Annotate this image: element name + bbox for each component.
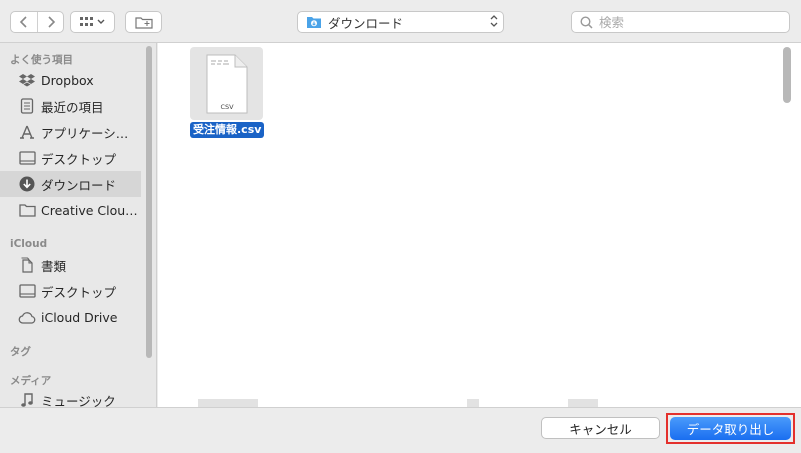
grid-view-icon [80,17,93,26]
sidebar-item-icloud-drive[interactable]: iCloud Drive [0,304,141,330]
sidebar-item-label: iCloud Drive [41,309,118,325]
file-dialog: ダウンロード よく使う項目 Dropbox [0,0,801,453]
cancel-button[interactable]: キャンセル [541,417,660,439]
sidebar-item-dropbox[interactable]: Dropbox [0,67,141,93]
sidebar-item-label: デスクトップ [41,151,117,167]
download-icon [18,175,36,193]
forward-button[interactable] [37,12,63,32]
sidebar-item-recents[interactable]: 最近の項目 [0,93,141,119]
new-folder-icon [134,16,153,29]
export-data-button[interactable]: データ取り出し [670,417,791,440]
dialog-footer: キャンセル データ取り出し [0,407,801,453]
sidebar-item-label: 書類 [41,258,67,274]
search-icon [580,15,593,29]
partial-file-item [568,399,598,407]
sidebar-item-label: ミュージック [41,393,116,408]
tags-header: タグ [10,346,31,358]
file-browser: CSV 受注情報.csv [158,43,801,407]
main-scrollbar[interactable] [783,47,791,103]
documents-icon [18,256,36,274]
search-field[interactable] [571,11,790,33]
file-name-label[interactable]: 受注情報.csv [190,122,265,138]
new-folder-button[interactable] [125,11,162,33]
partial-file-item [467,399,479,407]
toolbar: ダウンロード [0,0,801,43]
media-header: メディア [10,375,52,387]
favorites-header: よく使う項目 [10,54,73,66]
applications-icon [18,123,36,141]
dropbox-icon [18,71,36,89]
folder-icon [18,201,36,219]
chevron-left-icon [19,16,27,28]
sidebar-scrollbar[interactable] [146,46,152,358]
recents-icon [18,97,36,115]
sidebar-item-label: Dropbox [41,72,94,88]
icloud-header: iCloud [10,238,48,250]
sidebar: よく使う項目 Dropbox 最近の項目 アプリケーシ… デスクトップ ダウンロ… [0,43,157,407]
sidebar-item-creative-cloud[interactable]: Creative Clou… [0,197,141,223]
navigation-buttons [10,11,64,33]
sidebar-item-downloads[interactable]: ダウンロード [0,171,141,197]
music-icon [18,391,36,407]
download-folder-icon [307,17,321,28]
cloud-icon [18,308,36,326]
updown-chevron-icon [485,14,503,30]
partial-file-item [198,399,258,407]
view-mode-button[interactable] [70,11,115,33]
sidebar-item-documents[interactable]: 書類 [0,252,141,278]
chevron-right-icon [47,16,55,28]
back-button[interactable] [11,12,37,32]
sidebar-item-applications[interactable]: アプリケーシ… [0,119,141,145]
sidebar-item-label: 最近の項目 [41,99,104,115]
sidebar-item-icloud-desktop[interactable]: デスクトップ [0,278,141,304]
sidebar-item-music[interactable]: ミュージック [0,387,141,407]
sidebar-item-label: アプリケーシ… [41,125,129,141]
sidebar-item-label: Creative Clou… [41,202,138,218]
location-popup[interactable]: ダウンロード [297,11,504,33]
desktop-icon [18,282,36,300]
desktop-icon [18,149,36,167]
chevron-down-icon [97,19,105,24]
file-type-label: CSV [220,103,234,111]
location-label: ダウンロード [328,15,404,31]
sidebar-item-label: ダウンロード [41,177,117,193]
sidebar-item-label: デスクトップ [41,284,117,300]
search-input[interactable] [599,14,779,30]
sidebar-item-desktop[interactable]: デスクトップ [0,145,141,171]
